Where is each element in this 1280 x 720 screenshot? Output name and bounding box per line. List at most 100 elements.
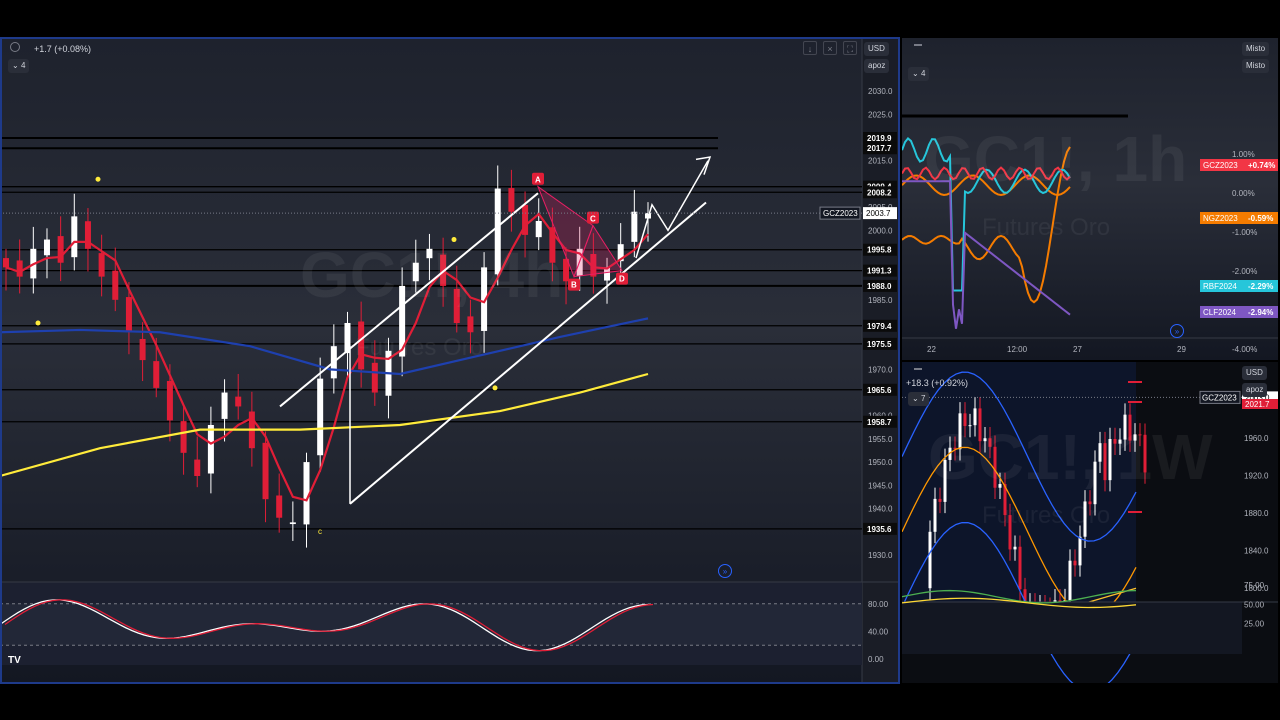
price-tick-label: 1945.0 <box>868 481 893 490</box>
candle-body <box>125 297 132 333</box>
candle-body <box>508 188 515 212</box>
level-label: 1958.7 <box>867 418 892 427</box>
weekly-candle-body <box>1068 560 1072 601</box>
goto-realtime-icon[interactable]: » <box>718 564 732 578</box>
scroll-down-icon[interactable]: ↓ <box>803 41 817 55</box>
pct-tick-label: -1.00% <box>1232 228 1257 237</box>
level-label: 2008.2 <box>867 188 892 197</box>
weekly-candle-body <box>928 531 932 589</box>
candle-body <box>371 362 378 393</box>
compare-chart-pane[interactable]: 1.00% 0.00% -1.00% -2.00% -4.00% GCZ2023 +0.74… <box>902 38 1278 360</box>
level-label: 2017.7 <box>867 144 892 153</box>
price-tick-label: 1955.0 <box>868 435 893 444</box>
pattern-label: B <box>571 281 577 290</box>
weekly-change-readout: +18.3 (+0.92%) <box>906 378 969 388</box>
collapse-icon: ⌄ <box>912 69 921 78</box>
level-label: 1935.6 <box>867 525 892 534</box>
price-tick-label: 2015.0 <box>868 157 893 166</box>
oscillator-tick-label: 40.00 <box>868 627 889 636</box>
compare-watermark-sub: Futures Oro <box>982 214 1111 241</box>
weekly-watermark-sub: Futures Oro <box>982 502 1111 529</box>
pct-tick-label: -4.00% <box>1232 345 1257 354</box>
oscillator-tick-label: 80.00 <box>868 600 889 609</box>
collapse-icon: ⌄ <box>912 394 921 403</box>
main-layout-badge[interactable]: ⌄ 4 <box>8 59 30 73</box>
series-pct: -2.29% <box>1248 282 1273 291</box>
weekly-layout-badge[interactable]: ⌄ 7 <box>908 392 930 406</box>
compare-scale-button-1[interactable]: Misto <box>1242 42 1270 56</box>
series-pct: -0.59% <box>1248 214 1273 223</box>
weekly-menu-icon[interactable] <box>914 368 922 370</box>
pivot-label: c <box>318 527 322 536</box>
candle-body <box>166 380 173 421</box>
price-tick-label: 2000.0 <box>868 226 893 235</box>
price-tick-label: 1940.0 <box>868 504 893 513</box>
price-tick-label: 2030.0 <box>868 87 893 96</box>
candle-body <box>71 216 78 258</box>
pct-tick-label: 1.00% <box>1232 150 1255 159</box>
level-label: 1995.8 <box>867 246 892 255</box>
compare-date-label: 29 <box>1177 345 1186 354</box>
weekly-candle-body <box>1073 560 1077 566</box>
price-tick-label: 1930.0 <box>868 551 893 560</box>
level-label: 1988.0 <box>867 282 892 291</box>
series-name: CLF2024 <box>1203 308 1236 317</box>
symbol-tag: GCZ2023 <box>823 209 858 218</box>
candle-body <box>139 338 146 361</box>
level-label: 1965.6 <box>867 386 892 395</box>
candle-body <box>57 236 64 263</box>
series-pct: +0.74% <box>1248 161 1275 170</box>
sma-mid-line <box>0 317 649 376</box>
main-scale-button[interactable]: apoz <box>864 59 890 73</box>
series-name: GCZ2023 <box>1203 161 1238 170</box>
weekly-currency-button[interactable]: USD <box>1242 366 1267 380</box>
weekly-chart-pane[interactable]: 1960.0 1920.0 1880.0 1840.0 1800.0 GCZ2023 200… <box>902 362 1278 683</box>
pattern-label: A <box>535 176 541 185</box>
fullscreen-icon[interactable]: ⛶ <box>843 41 857 55</box>
pct-tick-label: -2.00% <box>1232 267 1257 276</box>
candle-body <box>194 459 201 476</box>
candle-body <box>289 522 296 525</box>
candle-body <box>317 378 324 456</box>
candle-body <box>631 211 638 242</box>
time-axes: Nov68131520222729Dic2023MagSet2024Mag <box>0 683 1280 720</box>
compare-layout-badge[interactable]: ⌄ 4 <box>908 67 930 81</box>
weekly-price-tick: 1880.0 <box>1244 509 1269 518</box>
candle-body <box>3 258 9 268</box>
main-watermark: GC1!, 4h <box>300 239 564 311</box>
oscillator-tick-label: 0.00 <box>868 655 884 664</box>
weekly-candle-body <box>1078 536 1082 566</box>
candle-body <box>221 392 228 419</box>
weekly-candle-body <box>1018 546 1022 590</box>
weekly-scale-button[interactable]: apoz <box>1242 383 1268 397</box>
main-currency-button[interactable]: USD <box>864 42 889 56</box>
candle-body <box>98 253 105 277</box>
compare-goto-realtime-icon[interactable]: » <box>1170 324 1184 338</box>
pivot-dot <box>35 320 41 326</box>
compare-scale-button-2[interactable]: Misto <box>1242 59 1270 73</box>
series-name: NGZ2023 <box>1203 214 1238 223</box>
pct-tick-label: 0.00% <box>1232 189 1255 198</box>
weekly-candle-body <box>933 498 937 532</box>
projection-arrowhead <box>695 156 712 175</box>
weekly-price-tick: 1920.0 <box>1244 471 1269 480</box>
level-label: 1979.4 <box>867 322 892 331</box>
main-eye-icon[interactable] <box>10 42 20 52</box>
main-change-readout: +1.7 (+0.08%) <box>34 44 92 54</box>
compare-menu-icon[interactable] <box>914 44 922 46</box>
compare-watermark: GC1!, 1h <box>924 123 1188 195</box>
weekly-candle-body <box>938 498 942 502</box>
compare-date-label: 12:00 <box>1007 345 1028 354</box>
main-chart-pane[interactable]: 2030.02025.02015.02005.02000.01985.01970… <box>0 38 898 683</box>
close-icon[interactable]: × <box>823 41 837 55</box>
series-pct: -2.94% <box>1248 308 1273 317</box>
candle-body <box>262 442 269 500</box>
weekly-osc-tick: 25.00 <box>1244 620 1265 629</box>
price-tick-label: 1985.0 <box>868 296 893 305</box>
compare-chart[interactable]: 1.00% 0.00% -1.00% -2.00% -4.00% GCZ2023 +0.74… <box>902 38 1278 360</box>
candle-body <box>467 316 474 333</box>
level-label: 1991.3 <box>867 267 892 276</box>
weekly-top-price: 2021.7 <box>1245 400 1270 409</box>
candle-body <box>535 221 542 238</box>
candle-body <box>112 270 119 300</box>
